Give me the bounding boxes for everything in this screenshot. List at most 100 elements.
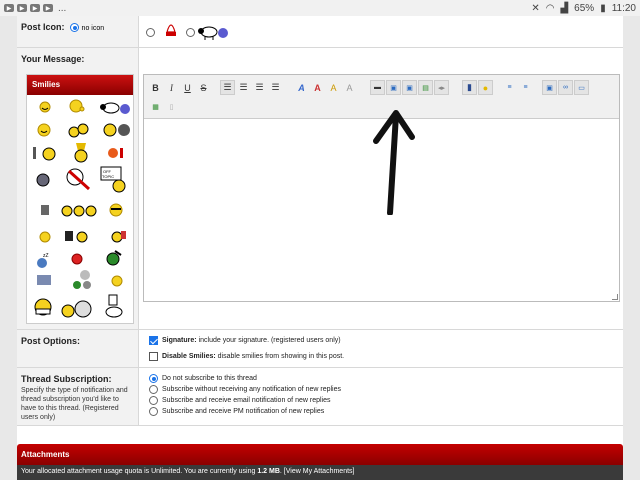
smiley-toilet-icon[interactable] [103, 293, 125, 319]
bold-button[interactable]: B [148, 80, 163, 95]
bullet-list-icon[interactable]: ≡ [502, 80, 517, 95]
subscription-radio-3[interactable] [149, 407, 158, 416]
smiley-grin-icon[interactable] [39, 231, 51, 243]
align-right-icon[interactable]: ☰ [252, 80, 267, 95]
insert-link-image-icon[interactable]: ▣ [402, 80, 417, 95]
thread-subscription-help: Specify the type of notification and thr… [21, 387, 128, 421]
smiley-green-icon[interactable] [105, 249, 123, 267]
no-icon-radio[interactable] [70, 23, 80, 33]
smiley-laugh-icon[interactable] [111, 275, 123, 287]
sheep-icon [198, 26, 228, 40]
smilies-title: Smilies [27, 75, 133, 95]
underline-button[interactable]: U [180, 80, 195, 95]
battery-level: 65% [574, 2, 595, 14]
subscription-radio-0[interactable] [149, 374, 158, 383]
wifi-icon: ◠ [545, 2, 555, 14]
smiley-angry-icon[interactable] [71, 253, 83, 265]
mute-icon: ✕ [531, 2, 540, 14]
message-textarea[interactable] [144, 110, 619, 301]
smiley-hammer-icon[interactable] [31, 145, 59, 161]
code-icon[interactable]: ◂▸ [434, 80, 449, 95]
smiley-off-topic-icon[interactable]: OFFTOPIC [99, 165, 127, 193]
svg-text:TOPIC: TOPIC [102, 174, 114, 179]
notification-icon: ▶ [4, 4, 14, 12]
smiley-think-icon[interactable] [69, 99, 85, 113]
smiley-sleep-icon[interactable]: zZ [35, 251, 55, 269]
smiley-ninja-icon[interactable] [35, 173, 51, 187]
smiley-icon[interactable]: ● [478, 80, 493, 95]
insert-image-icon[interactable]: ▬ [370, 80, 385, 95]
smiley-group-icon[interactable] [67, 121, 89, 139]
attachments-usage: 1.2 MB [257, 468, 280, 475]
subscription-option-0: Do not subscribe to this thread [149, 374, 257, 383]
italic-button[interactable]: I [164, 80, 179, 95]
battery-icon: ▮ [600, 2, 606, 14]
disable-smilies-checkbox[interactable] [149, 352, 158, 361]
smiley-smoke-icon[interactable] [71, 269, 95, 291]
smiley-drinks-icon[interactable] [61, 205, 97, 217]
disable-smilies-label: Disable Smilies: [162, 353, 216, 360]
smiley-no-icon[interactable] [65, 167, 91, 191]
attachments-info: Your allocated attachment usage quota is… [17, 465, 623, 480]
smiley-reading-icon[interactable] [33, 297, 53, 317]
more-icon[interactable]: ▦ [148, 99, 163, 114]
link-icon[interactable]: ∞ [558, 80, 573, 95]
christmas-icon [166, 24, 176, 36]
svg-text:zZ: zZ [43, 253, 49, 259]
subscription-option-label: Subscribe and receive email notification… [162, 397, 331, 404]
smiley-alarm-icon[interactable] [107, 147, 125, 159]
insert-image-2-icon[interactable]: ▣ [386, 80, 401, 95]
smiley-fan-icon[interactable] [59, 297, 93, 321]
post-icon-radio-2[interactable] [186, 28, 195, 37]
resize-grip[interactable] [612, 294, 618, 300]
paste-icon[interactable]: ▣ [542, 80, 557, 95]
quote-icon[interactable]: ▮ [462, 80, 477, 95]
smilies-panel: Smilies OFF TOPIC zZ [26, 74, 134, 324]
smiley-bird-icon[interactable] [103, 123, 131, 137]
signature-checkbox[interactable] [149, 336, 158, 345]
numbered-list-icon[interactable]: ≡ [518, 80, 533, 95]
smiley-robot-icon[interactable] [39, 203, 51, 217]
post-icon-label: Post Icon: [21, 22, 65, 32]
subscription-radio-2[interactable] [149, 396, 158, 405]
align-justify-icon[interactable]: ☰ [268, 80, 283, 95]
text-color-icon[interactable]: A [326, 80, 341, 95]
smiley-wink-icon[interactable] [37, 123, 51, 137]
strike-button[interactable]: S [196, 80, 211, 95]
align-left-icon[interactable]: ☰ [220, 80, 235, 95]
disable-smilies-option: Disable Smilies: disable smilies from sh… [149, 352, 344, 361]
sheep-smiley-icon[interactable] [99, 101, 131, 115]
attachments-panel: Attachments Your allocated attachment us… [17, 444, 623, 480]
clock: 11:20 [611, 2, 636, 14]
message-label: Your Message: [21, 54, 85, 64]
smiley-cool-icon[interactable] [109, 203, 123, 217]
post-icon-radio-1[interactable] [146, 28, 155, 37]
post-reply-form: Post Icon: no icon Your Message: Smilies [17, 16, 623, 480]
font-icon[interactable]: A [294, 80, 309, 95]
smiley-smile-icon[interactable] [39, 101, 51, 113]
signature-label: Signature: [162, 337, 197, 344]
post-options-row: Post Options: Signature: include your si… [17, 330, 623, 368]
signature-option: Signature: include your signature. (regi… [149, 336, 341, 345]
smiley-trophy-icon[interactable] [73, 141, 89, 163]
smiley-cup-icon[interactable] [63, 229, 89, 243]
youtube-icon: ▶ [43, 4, 53, 12]
post-options-label: Post Options: [21, 336, 80, 346]
view-my-attachments-link[interactable]: [View My Attachments] [284, 468, 355, 475]
align-center-icon[interactable]: ☰ [236, 80, 251, 95]
subscription-radio-1[interactable] [149, 385, 158, 394]
message-editor: B I U S ☰ ☰ ☰ ☰ A A A A ▬ ▣ ▣ ▤ ◂▸ ▮ ● ≡… [143, 74, 620, 302]
disable-smilies-desc: disable smilies from showing in this pos… [217, 353, 345, 360]
smiley-machine-icon[interactable] [35, 273, 53, 287]
smiley-sign-icon[interactable] [111, 229, 127, 243]
signal-icon: ▟ [560, 2, 569, 14]
source-icon[interactable]: ▯ [164, 99, 179, 114]
video-icon[interactable]: ▤ [418, 80, 433, 95]
thread-subscription-label: Thread Subscription: [21, 374, 112, 384]
comment-icon[interactable]: ▭ [574, 80, 589, 95]
subscription-option-label: Subscribe and receive PM notification of… [162, 408, 325, 415]
font-size-icon[interactable]: A [310, 80, 325, 95]
subscription-option-label: Subscribe without receiving any notifica… [162, 386, 341, 393]
highlight-icon[interactable]: A [342, 80, 357, 95]
youtube-icon: ▶ [30, 4, 40, 12]
